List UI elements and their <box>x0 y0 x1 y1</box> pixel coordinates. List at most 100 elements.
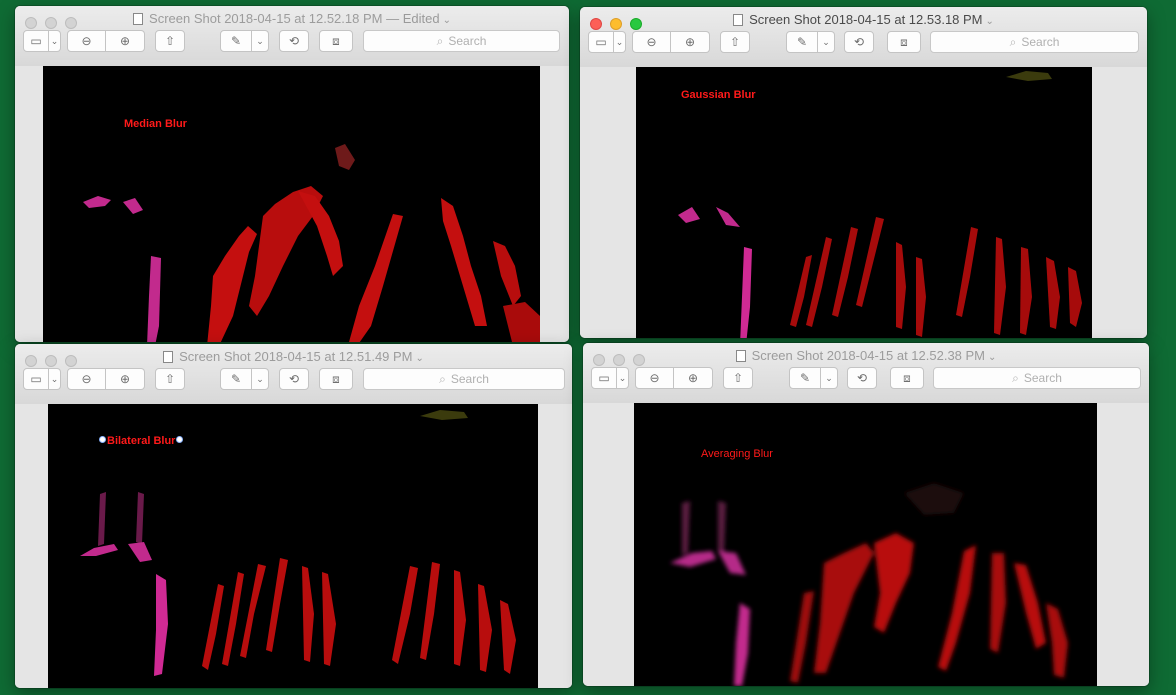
zoom-in-icon: ⊕ <box>687 371 699 385</box>
zoom-out-icon: ⊖ <box>81 372 92 386</box>
image-view[interactable]: Gaussian Blur <box>636 67 1092 338</box>
share-button[interactable]: ⇧ <box>723 367 753 389</box>
document-canvas: Bilateral Blur <box>15 404 572 688</box>
document-icon <box>163 351 174 363</box>
share-icon: ⇧ <box>164 34 176 48</box>
rotate-button[interactable]: ⟲ <box>279 30 309 52</box>
document-icon <box>133 13 144 25</box>
chevron-down-icon[interactable]: ⌄ <box>614 31 626 53</box>
chevron-down-icon[interactable]: ⌄ <box>617 367 629 389</box>
markup-pen-icon: ✎ <box>230 34 242 48</box>
sidebar-toggle[interactable]: ▭ ⌄ <box>23 368 61 390</box>
sidebar-icon[interactable]: ▭ <box>23 368 49 390</box>
search-placeholder: Search <box>1023 371 1062 385</box>
image-view[interactable]: Bilateral Blur <box>48 404 538 688</box>
preview-window-gaussian[interactable]: Screen Shot 2018-04-15 at 12.53.18 PM ⌄ ▭… <box>580 7 1147 338</box>
share-button[interactable]: ⇧ <box>155 368 185 390</box>
zoom-in-button[interactable]: ⊕ <box>674 367 713 389</box>
zoom-out-icon: ⊖ <box>649 371 660 385</box>
toolbox-button[interactable]: ⧈ <box>319 368 353 390</box>
title-bar[interactable]: Screen Shot 2018-04-15 at 12.51.49 PM ⌄ ▭… <box>15 344 572 405</box>
title-text: Screen Shot 2018-04-15 at 12.51.49 PM <box>179 349 413 364</box>
image-view[interactable]: Median Blur <box>43 66 540 342</box>
sidebar-icon[interactable]: ▭ <box>591 367 617 389</box>
rotate-icon: ⟲ <box>856 371 868 385</box>
search-icon: ⌕ <box>439 371 446 386</box>
chevron-down-icon: ⌄ <box>256 35 264 46</box>
sidebar-toggle[interactable]: ▭ ⌄ <box>588 31 626 53</box>
blur-output-image <box>80 410 516 676</box>
zoom-in-button[interactable]: ⊕ <box>671 31 710 53</box>
title-bar[interactable]: Screen Shot 2018-04-15 at 12.52.38 PM ⌄ ▭… <box>583 343 1149 404</box>
image-view[interactable]: Averaging Blur <box>634 403 1097 686</box>
rotate-button[interactable]: ⟲ <box>847 367 877 389</box>
markup-button[interactable]: ✎ <box>220 30 252 52</box>
zoom-out-button[interactable]: ⊖ <box>67 30 106 52</box>
share-icon: ⇧ <box>164 372 176 386</box>
chevron-down-icon[interactable]: ⌄ <box>49 368 61 390</box>
zoom-in-button[interactable]: ⊕ <box>106 30 145 52</box>
window-title: Screen Shot 2018-04-15 at 12.51.49 PM ⌄ <box>15 348 572 368</box>
blur-output-image <box>83 144 540 342</box>
markup-menu-button[interactable]: ⌄ <box>821 367 838 389</box>
chevron-down-icon[interactable]: ⌄ <box>443 15 451 26</box>
toolbox-icon: ⧈ <box>332 371 340 386</box>
markup-pen-icon: ✎ <box>230 372 242 386</box>
zoom-in-button[interactable]: ⊕ <box>106 368 145 390</box>
chevron-down-icon[interactable]: ⌄ <box>986 16 994 27</box>
zoom-out-icon: ⊖ <box>81 34 92 48</box>
toolbox-icon: ⧈ <box>900 34 908 49</box>
search-field[interactable]: ⌕ Search <box>363 368 565 390</box>
sidebar-toggle[interactable]: ▭ ⌄ <box>591 367 629 389</box>
search-field[interactable]: ⌕ Search <box>933 367 1141 389</box>
chevron-down-icon[interactable]: ⌄ <box>988 352 996 363</box>
blur-output-image <box>678 71 1082 338</box>
markup-menu-button[interactable]: ⌄ <box>818 31 835 53</box>
document-canvas: Averaging Blur <box>583 403 1149 686</box>
document-canvas: Gaussian Blur <box>580 67 1147 338</box>
rotate-button[interactable]: ⟲ <box>279 368 309 390</box>
zoom-out-icon: ⊖ <box>646 35 657 49</box>
share-icon: ⇧ <box>729 35 741 49</box>
zoom-out-button[interactable]: ⊖ <box>632 31 671 53</box>
document-icon <box>735 350 746 362</box>
markup-button[interactable]: ✎ <box>786 31 818 53</box>
markup-pen-icon: ✎ <box>799 371 811 385</box>
preview-window-bilateral[interactable]: Screen Shot 2018-04-15 at 12.51.49 PM ⌄ ▭… <box>15 344 572 688</box>
sidebar-icon[interactable]: ▭ <box>588 31 614 53</box>
search-icon: ⌕ <box>1012 370 1019 385</box>
search-field[interactable]: ⌕ Search <box>363 30 560 52</box>
zoom-out-button[interactable]: ⊖ <box>635 367 674 389</box>
toolbox-button[interactable]: ⧈ <box>319 30 353 52</box>
search-icon: ⌕ <box>436 33 444 48</box>
toolbox-button[interactable]: ⧈ <box>890 367 924 389</box>
chevron-down-icon[interactable]: ⌄ <box>416 353 424 364</box>
chevron-down-icon: ⌄ <box>822 36 830 47</box>
search-icon: ⌕ <box>1009 34 1017 49</box>
toolbox-button[interactable]: ⧈ <box>887 31 921 53</box>
sidebar-toggle[interactable]: ▭ ⌄ <box>23 30 61 52</box>
preview-window-averaging[interactable]: Screen Shot 2018-04-15 at 12.52.38 PM ⌄ ▭… <box>583 343 1149 686</box>
document-icon <box>733 14 744 26</box>
markup-button[interactable]: ✎ <box>789 367 821 389</box>
chevron-down-icon: ⌄ <box>825 372 833 383</box>
chevron-down-icon: ⌄ <box>256 373 264 384</box>
title-bar[interactable]: Screen Shot 2018-04-15 at 12.52.18 PM — … <box>15 6 569 67</box>
zoom-out-button[interactable]: ⊖ <box>67 368 106 390</box>
search-field[interactable]: ⌕ Search <box>930 31 1139 53</box>
rotate-button[interactable]: ⟲ <box>844 31 874 53</box>
toolbox-icon: ⧈ <box>332 33 340 48</box>
toolbox-icon: ⧈ <box>903 370 911 385</box>
share-button[interactable]: ⇧ <box>155 30 185 52</box>
blur-output-image <box>670 483 1068 686</box>
chevron-down-icon[interactable]: ⌄ <box>49 30 61 52</box>
title-bar[interactable]: Screen Shot 2018-04-15 at 12.53.18 PM ⌄ ▭… <box>580 7 1147 68</box>
share-button[interactable]: ⇧ <box>720 31 750 53</box>
window-title: Screen Shot 2018-04-15 at 12.53.18 PM ⌄ <box>580 11 1147 31</box>
sidebar-icon[interactable]: ▭ <box>23 30 49 52</box>
markup-menu-button[interactable]: ⌄ <box>252 368 269 390</box>
markup-menu-button[interactable]: ⌄ <box>252 30 269 52</box>
search-placeholder: Search <box>1021 35 1060 49</box>
markup-button[interactable]: ✎ <box>220 368 252 390</box>
preview-window-median[interactable]: Screen Shot 2018-04-15 at 12.52.18 PM — … <box>15 6 569 342</box>
